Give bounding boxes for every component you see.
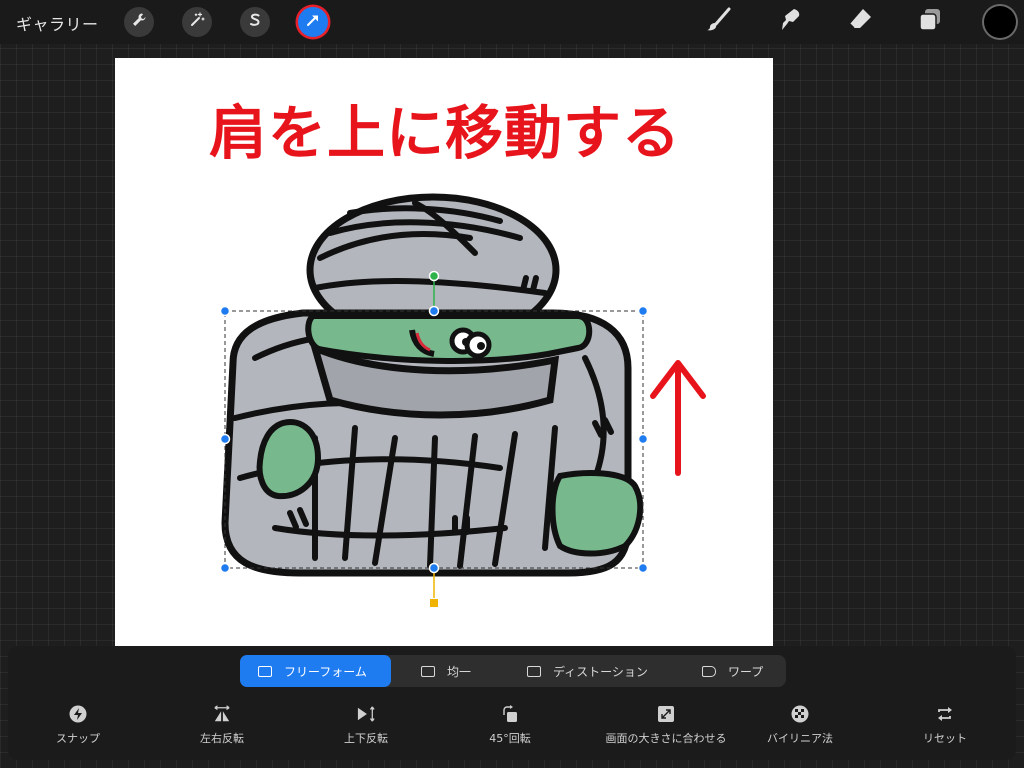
tab-uniform-label: 均一	[447, 664, 472, 679]
magic-wand-icon	[189, 12, 205, 32]
reset-button[interactable]: リセット	[880, 704, 1010, 746]
brush-button[interactable]	[702, 6, 734, 38]
shear-handle	[429, 598, 439, 608]
flip-vertical-button[interactable]: 上下反転	[301, 704, 431, 746]
transform-arrow-icon	[305, 12, 321, 32]
gallery-button[interactable]: ギャラリー	[16, 11, 99, 35]
reset-icon	[936, 705, 954, 726]
snap-lightning-icon	[69, 705, 87, 726]
freeform-icon	[258, 665, 272, 677]
adjustments-button[interactable]	[182, 7, 212, 37]
actions-wrench-button[interactable]	[124, 7, 154, 37]
flip-vertical-label: 上下反転	[344, 732, 388, 745]
smudge-button[interactable]	[774, 6, 806, 38]
fit-screen-label: 画面の大きさに合わせる	[605, 732, 727, 745]
layers-button[interactable]	[914, 6, 946, 38]
flip-horizontal-button[interactable]: 左右反転	[157, 704, 287, 746]
fit-screen-button[interactable]: 画面の大きさに合わせる	[591, 704, 741, 746]
mummy-illustration	[219, 193, 706, 608]
rotate-45-label: 45°回転	[489, 732, 531, 745]
rotate-handle	[428, 270, 440, 282]
distort-icon	[527, 665, 541, 677]
snap-label: スナップ	[56, 732, 100, 745]
flip-horizontal-label: 左右反転	[200, 732, 244, 745]
transform-button[interactable]	[298, 7, 328, 37]
snap-button[interactable]: スナップ	[13, 704, 143, 746]
layers-icon	[916, 6, 944, 38]
selection-button[interactable]	[240, 7, 270, 37]
bilinear-checker-icon	[791, 705, 809, 726]
selection-s-icon	[247, 12, 263, 32]
tab-uniform[interactable]: 均一	[421, 655, 531, 687]
eraser-button[interactable]	[844, 6, 876, 38]
bilinear-button[interactable]: バイリニア法	[735, 704, 865, 746]
tab-warp-label: ワープ	[728, 664, 764, 679]
eraser-icon	[846, 6, 874, 38]
fit-screen-icon	[657, 705, 675, 726]
tab-freeform[interactable]: フリーフォーム	[240, 655, 391, 687]
brush-icon	[704, 6, 732, 38]
bilinear-label: バイリニア法	[767, 732, 833, 745]
smudge-icon	[776, 6, 804, 38]
drawing-canvas[interactable]: 肩を上に移動する	[115, 58, 773, 646]
tab-distort-label: ディストーション	[553, 664, 648, 679]
rotate-45-button[interactable]: 45°回転	[445, 704, 575, 746]
top-toolbar: ギャラリー	[0, 0, 1024, 44]
reset-label: リセット	[923, 732, 967, 745]
flip-horizontal-icon	[213, 704, 231, 726]
flip-vertical-icon	[357, 705, 375, 726]
tab-freeform-label: フリーフォーム	[284, 664, 367, 679]
uniform-icon	[421, 665, 435, 677]
wrench-icon	[131, 12, 147, 32]
tab-warp[interactable]: ワープ	[702, 655, 786, 687]
rotate-45-icon	[501, 704, 519, 726]
transform-mode-tabs: フリーフォーム 均一 ディストーション ワープ	[240, 655, 786, 687]
up-arrow-indicator	[650, 360, 706, 476]
color-picker-button[interactable]	[984, 6, 1016, 38]
tab-distort[interactable]: ディストーション	[527, 655, 677, 687]
transform-actions: スナップ 左右反転 上下反転 45°回転 画面の大きさに合わせる バイリニア法 …	[0, 704, 1024, 754]
warp-icon	[702, 665, 716, 677]
